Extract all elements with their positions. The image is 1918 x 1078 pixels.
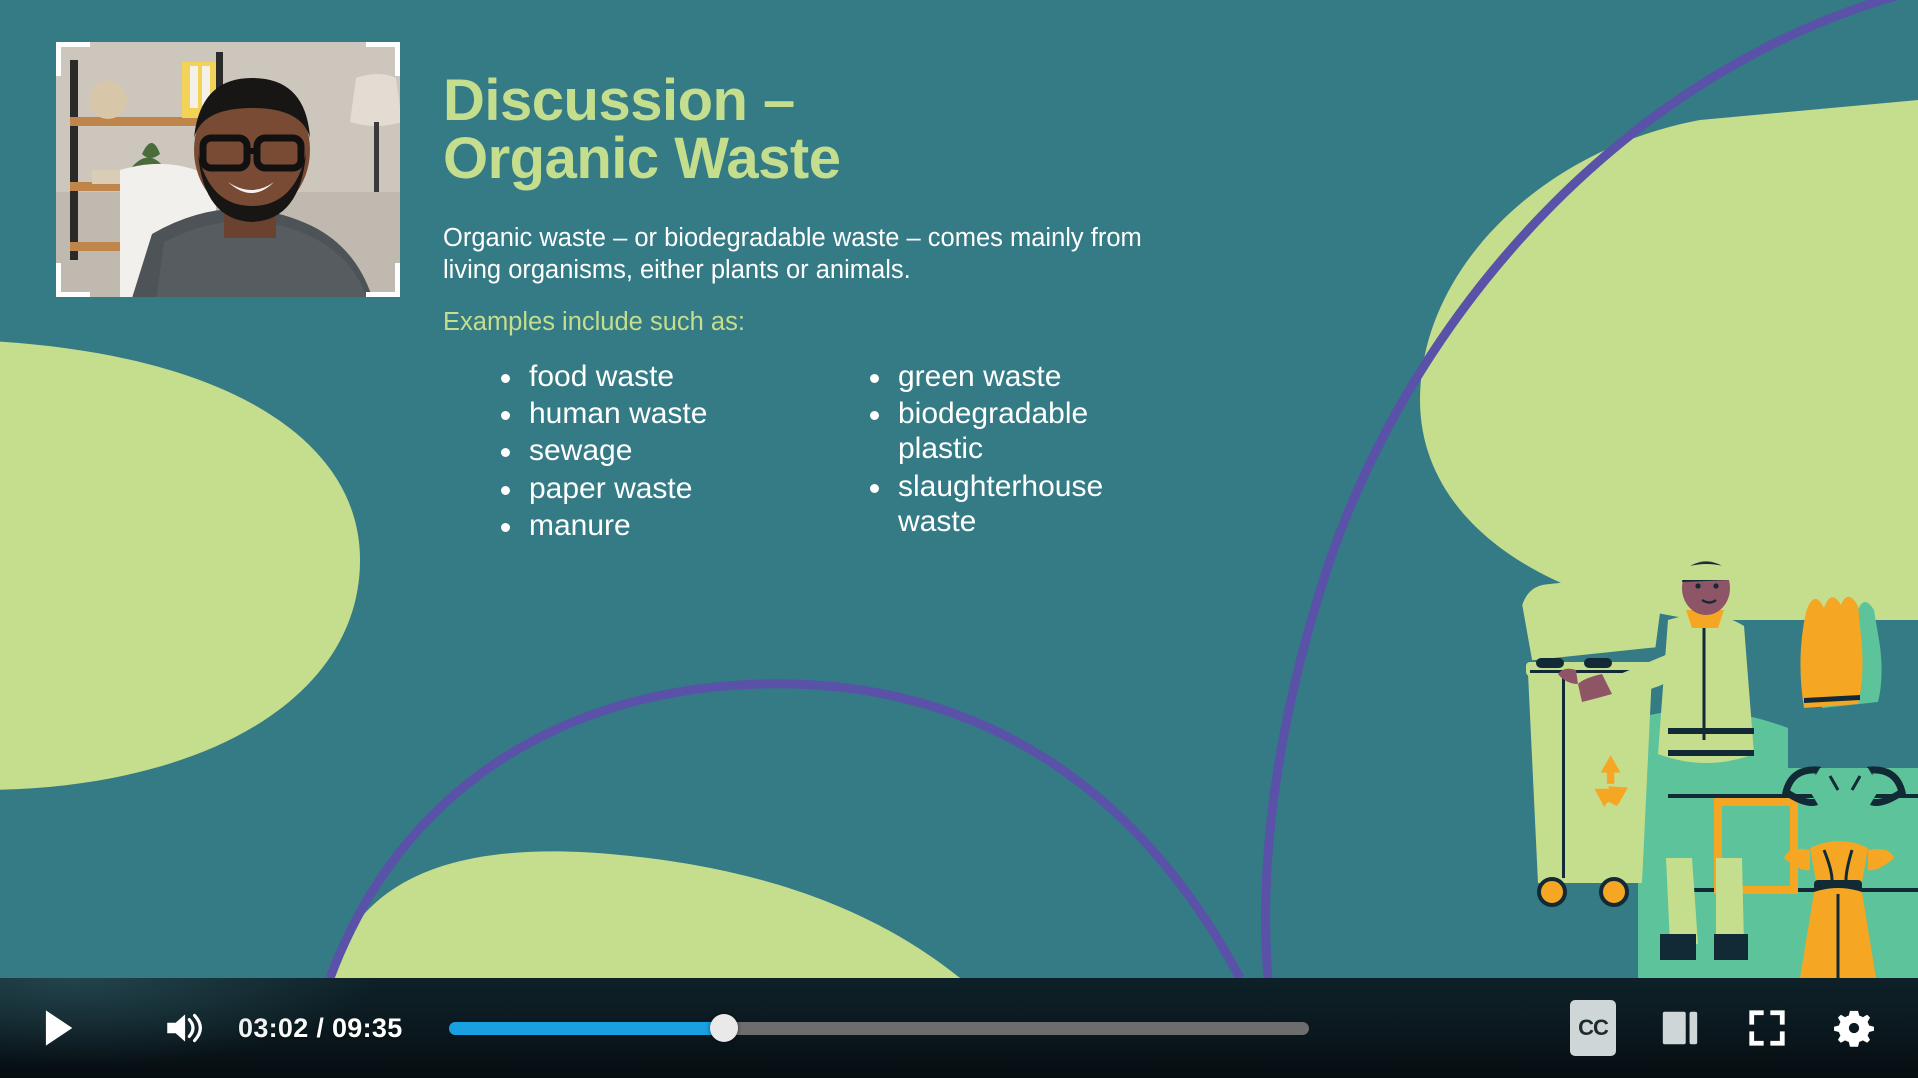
rubber-gloves-icon — [1800, 596, 1882, 708]
frame-corner-top-right — [366, 42, 400, 76]
frame-corner-top-left — [56, 42, 90, 76]
list-item: manure — [499, 508, 828, 543]
gear-icon — [1834, 1010, 1874, 1047]
fullscreen-icon — [1749, 1010, 1785, 1046]
settings-button[interactable] — [1826, 1000, 1882, 1056]
presenter-photo — [56, 42, 400, 297]
right-controls-group: CC — [1570, 1000, 1918, 1056]
list-item: paper waste — [499, 471, 828, 506]
bullet-list-right: green waste biodegradable plastic slaugh… — [828, 359, 1158, 544]
slide-content: Discussion – Organic Waste Organic waste… — [443, 72, 1203, 545]
cc-label: CC — [1578, 1015, 1609, 1040]
intro-paragraph: Organic waste – or biodegradable waste –… — [443, 224, 1142, 285]
bullet-list-left: food waste human waste sewage paper wast… — [443, 359, 828, 544]
video-player: Discussion – Organic Waste Organic waste… — [0, 0, 1918, 1078]
progress-bar[interactable] — [448, 1012, 1309, 1044]
presenter-webcam-thumbnail — [56, 42, 400, 297]
volume-button[interactable] — [154, 999, 212, 1057]
list-item: slaughterhouse waste — [868, 469, 1158, 539]
list-item: human waste — [499, 396, 828, 431]
theater-mode-icon — [1662, 1011, 1698, 1045]
play-icon — [45, 1010, 73, 1046]
time-display: 03:02 / 09:35 — [238, 1012, 403, 1043]
list-item: biodegradable plastic — [868, 396, 1158, 466]
frame-corner-bottom-right — [366, 263, 400, 297]
frame-corner-bottom-left — [56, 263, 90, 297]
player-control-bar: 03:02 / 09:35 CC — [0, 978, 1918, 1078]
play-button[interactable] — [22, 992, 94, 1064]
volume-icon — [167, 1013, 202, 1043]
examples-lead-text: Examples include such as: — [443, 308, 745, 337]
waste-worker-illustration — [1522, 561, 1918, 978]
progress-handle[interactable] — [709, 1014, 738, 1042]
list-item: green waste — [868, 359, 1158, 394]
progress-filled — [448, 1021, 724, 1035]
list-item: sewage — [499, 433, 828, 468]
slide-canvas[interactable]: Discussion – Organic Waste Organic waste… — [0, 0, 1918, 978]
theater-mode-button[interactable] — [1650, 1000, 1710, 1056]
bullet-columns: food waste human waste sewage paper wast… — [443, 359, 1203, 544]
list-item: food waste — [499, 359, 828, 394]
fullscreen-button[interactable] — [1738, 1000, 1796, 1056]
slide-title: Discussion – Organic Waste — [443, 68, 841, 191]
closed-captions-button[interactable]: CC — [1570, 1000, 1616, 1056]
